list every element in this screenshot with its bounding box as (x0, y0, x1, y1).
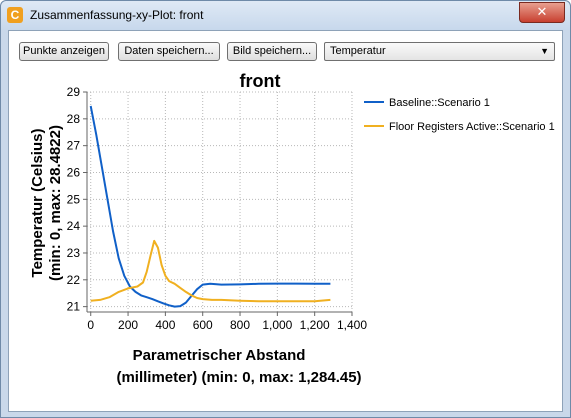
x-tick-label: 400 (155, 318, 175, 332)
y-tick-label: 21 (67, 300, 81, 314)
title-bar[interactable]: C Zusammenfassung-xy-Plot: front ✕ (1, 1, 570, 30)
x-tick-label: 600 (193, 318, 213, 332)
x-tick-label: 1,200 (300, 318, 330, 332)
x-tick-label: 1,000 (262, 318, 292, 332)
chart-title: front (240, 71, 281, 91)
plot-window: C Zusammenfassung-xy-Plot: front ✕ Punkt… (0, 0, 571, 418)
y-tick-label: 29 (67, 85, 81, 99)
x-tick-label: 800 (230, 318, 250, 332)
close-button[interactable]: ✕ (519, 2, 565, 23)
y-tick-label: 23 (67, 246, 81, 260)
y-axis-label-line1: Temperatur (Celsius) (29, 129, 46, 278)
legend: Baseline::Scenario 1Floor Registers Acti… (364, 97, 555, 133)
x-tick-label: 1,400 (337, 318, 367, 332)
y-tick-label: 24 (67, 219, 81, 233)
series-line-1 (89, 105, 331, 308)
y-tick-label: 22 (67, 273, 81, 287)
app-logo-icon: C (7, 7, 23, 23)
x-axis-label-line2: (millimeter) (min: 0, max: 1,284.45) (116, 369, 361, 386)
series-group (89, 105, 331, 308)
x-axis-label-line1: Parametrischer Abstand (133, 347, 306, 364)
window-title: Zusammenfassung-xy-Plot: front (30, 8, 204, 22)
client-area: Punkte anzeigen Daten speichern... Bild … (8, 30, 563, 412)
y-tick-label: 28 (67, 112, 81, 126)
y-tick-label: 27 (67, 139, 81, 153)
legend-label-2: Floor Registers Active::Scenario 1 (389, 121, 555, 133)
y-tick-label: 26 (67, 165, 81, 179)
x-tick-label: 0 (87, 318, 94, 332)
xy-chart: front 0 200 400 600 800 1,000 1,200 1,400 21 22 23… (29, 71, 555, 386)
legend-label-1: Baseline::Scenario 1 (389, 97, 490, 109)
series-line-2 (90, 239, 331, 303)
y-tick-label: 25 (67, 192, 81, 206)
y-axis-label-line2: (min: 0, max: 28.4822) (47, 125, 64, 281)
x-tick-label: 200 (118, 318, 138, 332)
